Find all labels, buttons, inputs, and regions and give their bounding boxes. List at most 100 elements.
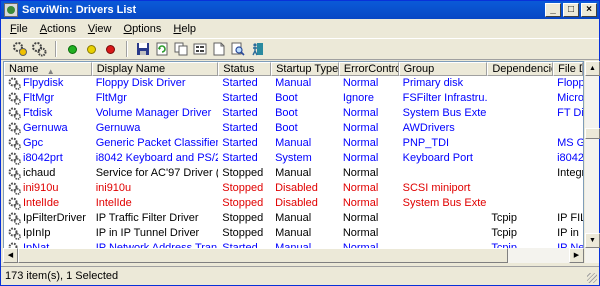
cell-file: Integr [557, 167, 583, 179]
vertical-scrollbar[interactable]: ▲ ▼ [584, 61, 600, 263]
pause-icon[interactable] [82, 40, 100, 58]
cell-startup: Disabled [275, 197, 318, 209]
cell-file [553, 121, 583, 136]
cell-startup: Manual [275, 167, 312, 179]
cell-error: Normal [342, 182, 379, 194]
cell-display: Generic Packet Classifier [95, 137, 219, 149]
column-header-file-de[interactable]: File De [553, 62, 583, 76]
cell-status: Stopped [222, 182, 264, 194]
services-icon[interactable] [11, 40, 29, 58]
driver-gear-icon [8, 77, 21, 90]
driver-gear-icon [8, 227, 21, 240]
start-icon[interactable] [63, 40, 81, 58]
vertical-scroll-thumb[interactable] [585, 128, 600, 139]
table-row[interactable]: IntelIde IntelIde Stopped Disabled Normal Sys… [4, 196, 583, 211]
horizontal-scrollbar[interactable]: ◀ ▶ [3, 248, 584, 263]
menu-help[interactable]: Help [168, 23, 203, 35]
cell-error: Normal [342, 137, 379, 149]
cell-display: Service for AC'97 Driver (... [95, 167, 219, 179]
scroll-down-button[interactable]: ▼ [585, 233, 600, 248]
cell-status: Stopped [222, 197, 264, 209]
driver-gear-icon [8, 137, 21, 150]
cell-file [553, 196, 583, 211]
cell-group: SCSI miniport [402, 182, 471, 194]
cell-display: ini910u [95, 182, 132, 194]
table-row[interactable]: Gpc Generic Packet Classifier Started Manua… [4, 136, 583, 151]
html-report-icon[interactable] [210, 40, 228, 58]
drivers-icon[interactable] [30, 40, 48, 58]
cell-status: Started [222, 107, 258, 119]
column-header-startup-type[interactable]: Startup Type [271, 62, 339, 76]
column-header-dependencies[interactable]: Dependencies [487, 62, 554, 76]
stop-icon[interactable] [101, 40, 119, 58]
window-title: ServiWin: Drivers List [22, 4, 137, 16]
properties-icon[interactable] [191, 40, 209, 58]
cell-group: Keyboard Port [402, 152, 473, 164]
table-row[interactable]: Ftdisk Volume Manager Driver Started Boot No… [4, 106, 583, 121]
column-header-status[interactable]: Status [218, 62, 272, 76]
scroll-right-button[interactable]: ▶ [569, 248, 584, 263]
cell-startup: Manual [275, 77, 312, 89]
column-header-group[interactable]: Group [398, 62, 488, 76]
resize-grip[interactable] [587, 273, 597, 283]
find-icon[interactable] [229, 40, 247, 58]
menu-view[interactable]: View [83, 23, 119, 35]
refresh-icon[interactable] [153, 40, 171, 58]
save-icon[interactable] [134, 40, 152, 58]
cell-group [399, 166, 488, 181]
column-header-display-name[interactable]: Display Name [91, 62, 219, 76]
cell-error: Normal [342, 227, 379, 239]
driver-name-cell: Gpc [4, 136, 92, 151]
status-bar: 173 item(s), 1 Selected [1, 266, 599, 285]
driver-gear-icon [8, 167, 21, 180]
cell-group: System Bus Exte... [402, 107, 488, 119]
cell-status: Stopped [222, 212, 264, 224]
driver-name-cell: ichaud [4, 166, 92, 181]
minimize-button[interactable]: _ [545, 3, 561, 17]
table-row[interactable]: ichaud Service for AC'97 Driver (... Stopp… [4, 166, 583, 181]
cell-status: Started [222, 152, 258, 164]
table-row[interactable]: Flpydisk Floppy Disk Driver Started Manual N… [4, 76, 583, 91]
cell-group [399, 211, 488, 226]
scroll-up-button[interactable]: ▲ [585, 61, 600, 76]
table-row[interactable]: IpFilterDriver IP Traffic Filter Driver St… [4, 211, 583, 226]
menu-actions[interactable]: Actions [35, 23, 83, 35]
horizontal-scroll-thumb[interactable] [18, 248, 508, 263]
table-row[interactable]: ini910u ini910u Stopped Disabled Normal SCSI … [4, 181, 583, 196]
toolbar [1, 38, 599, 60]
close-button[interactable]: × [581, 3, 597, 17]
drivers-list[interactable]: Name ▲ Display Name Status Startup Type Error… [3, 61, 584, 263]
menu-options[interactable]: Options [119, 23, 169, 35]
cell-status: Started [222, 77, 258, 89]
menu-file[interactable]: File [5, 23, 35, 35]
cell-deps [487, 196, 553, 211]
driver-gear-icon [8, 122, 21, 135]
cell-status: Stopped [222, 227, 264, 239]
cell-startup: Disabled [275, 182, 318, 194]
table-row[interactable]: Gernuwa Gernuwa Started Boot Normal AWDrivers [4, 121, 583, 136]
table-row[interactable]: FltMgr FltMgr Started Boot Ignore FSFilter In… [4, 91, 583, 106]
sort-ascending-icon: ▲ [46, 67, 55, 76]
maximize-button[interactable]: □ [563, 3, 579, 17]
cell-group: AWDrivers [402, 122, 455, 134]
cell-display: IP Traffic Filter Driver [95, 212, 199, 224]
cell-error: Ignore [342, 92, 375, 104]
column-header-name[interactable]: Name ▲ [4, 62, 92, 76]
table-row[interactable]: i8042prti8042 Keyboard and PS/2 ...Start… [4, 151, 583, 166]
scroll-left-button[interactable]: ◀ [3, 248, 18, 263]
table-row[interactable]: IpInIp IP in IP Tunnel Driver Stopped Manua… [4, 226, 583, 241]
cell-file: IP in I [557, 227, 583, 239]
cell-deps [487, 106, 553, 121]
cell-group: FSFilter Infrastru... [402, 92, 488, 104]
copy-icon[interactable] [172, 40, 190, 58]
cell-file: Micros [557, 92, 583, 104]
cell-group: System Bus Exte... [402, 197, 488, 209]
cell-status: Started [222, 92, 258, 104]
cell-deps [487, 166, 553, 181]
title-bar[interactable]: ServiWin: Drivers List _ □ × [1, 1, 599, 19]
driver-gear-icon [8, 182, 21, 195]
cell-file: IP FIL [557, 212, 583, 224]
exit-icon[interactable] [248, 40, 266, 58]
column-header-errorcontrol[interactable]: ErrorControl [338, 62, 399, 76]
driver-gear-icon [8, 212, 21, 225]
